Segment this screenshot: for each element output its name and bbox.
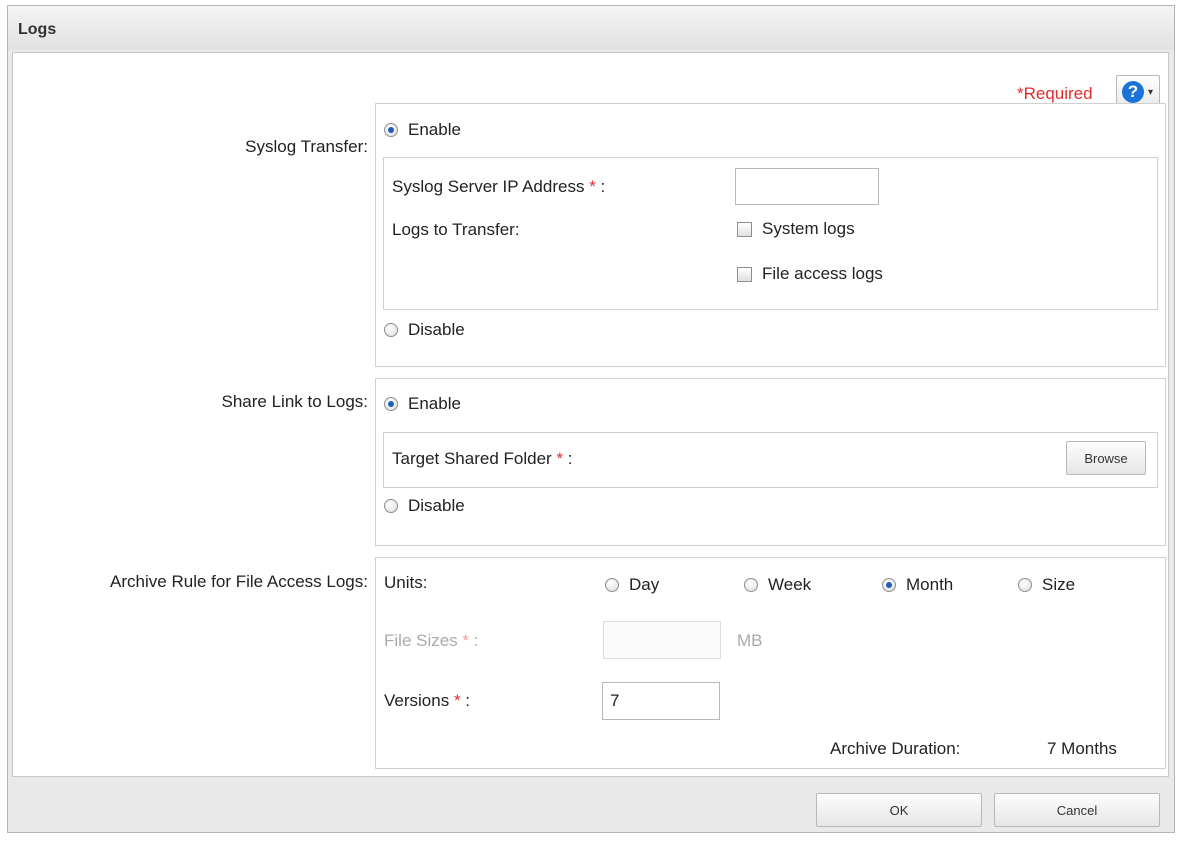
file-sizes-input[interactable] — [603, 621, 721, 659]
browse-button[interactable]: Browse — [1066, 441, 1146, 475]
syslog-server-ip-input[interactable] — [735, 168, 879, 205]
system-logs-checkbox[interactable]: System logs — [737, 219, 855, 239]
radio-unselected-icon — [1018, 578, 1032, 592]
radio-unselected-icon — [384, 323, 398, 337]
radio-unselected-icon — [384, 499, 398, 513]
dialog-title-bar: Logs — [8, 6, 1174, 50]
radio-selected-icon — [384, 397, 398, 411]
target-shared-folder-label: Target Shared Folder * : — [392, 449, 573, 468]
share-disable-radio[interactable]: Disable — [384, 496, 465, 516]
unit-size-radio[interactable]: Size — [1018, 575, 1075, 595]
file-access-logs-checkbox[interactable]: File access logs — [737, 264, 883, 284]
cancel-button[interactable]: Cancel — [994, 793, 1160, 827]
file-sizes-label: File Sizes * : — [384, 631, 479, 650]
checkbox-unchecked-icon — [737, 221, 752, 237]
archive-rule-label: Archive Rule for File Access Logs: — [110, 572, 368, 591]
syslog-transfer-label: Syslog Transfer: — [245, 137, 368, 156]
unit-month-radio[interactable]: Month — [882, 575, 953, 595]
required-legend: *Required — [1017, 84, 1093, 103]
radio-unselected-icon — [605, 578, 619, 592]
share-link-label: Share Link to Logs: — [221, 392, 368, 411]
archive-rule-panel: Units: Day Week Month Size File Sizes * … — [375, 557, 1166, 769]
checkbox-unchecked-icon — [737, 266, 752, 282]
share-enable-radio[interactable]: Enable — [384, 394, 461, 414]
logs-to-transfer-label: Logs to Transfer: — [392, 220, 520, 239]
help-icon: ? — [1122, 81, 1144, 103]
dialog-content: *Required ? ▾ Syslog Transfer: Enable Sy… — [12, 52, 1169, 777]
syslog-enable-radio[interactable]: Enable — [384, 120, 461, 140]
versions-input[interactable] — [602, 682, 720, 720]
unit-week-radio[interactable]: Week — [744, 575, 811, 595]
syslog-disable-radio[interactable]: Disable — [384, 320, 465, 340]
file-sizes-unit: MB — [737, 631, 763, 650]
syslog-panel: Enable Syslog Server IP Address * : Logs… — [375, 103, 1166, 367]
radio-unselected-icon — [744, 578, 758, 592]
units-label: Units: — [384, 573, 428, 592]
versions-label: Versions * : — [384, 691, 471, 710]
share-link-panel: Enable Target Shared Folder * : Browse D… — [375, 378, 1166, 546]
syslog-server-ip-label: Syslog Server IP Address * : — [392, 177, 606, 196]
logs-dialog: Logs *Required ? ▾ Syslog Transfer: Enab… — [7, 5, 1175, 833]
radio-selected-icon — [384, 123, 398, 137]
target-folder-box: Target Shared Folder * : Browse — [383, 432, 1158, 488]
radio-selected-icon — [882, 578, 896, 592]
archive-duration-value: 7 Months — [1047, 739, 1117, 758]
syslog-settings-box: Syslog Server IP Address * : Logs to Tra… — [383, 157, 1158, 310]
unit-day-radio[interactable]: Day — [605, 575, 659, 595]
chevron-down-icon: ▾ — [1148, 87, 1154, 98]
ok-button[interactable]: OK — [816, 793, 982, 827]
archive-duration-label: Archive Duration: — [830, 739, 961, 758]
dialog-title: Logs — [18, 21, 57, 38]
